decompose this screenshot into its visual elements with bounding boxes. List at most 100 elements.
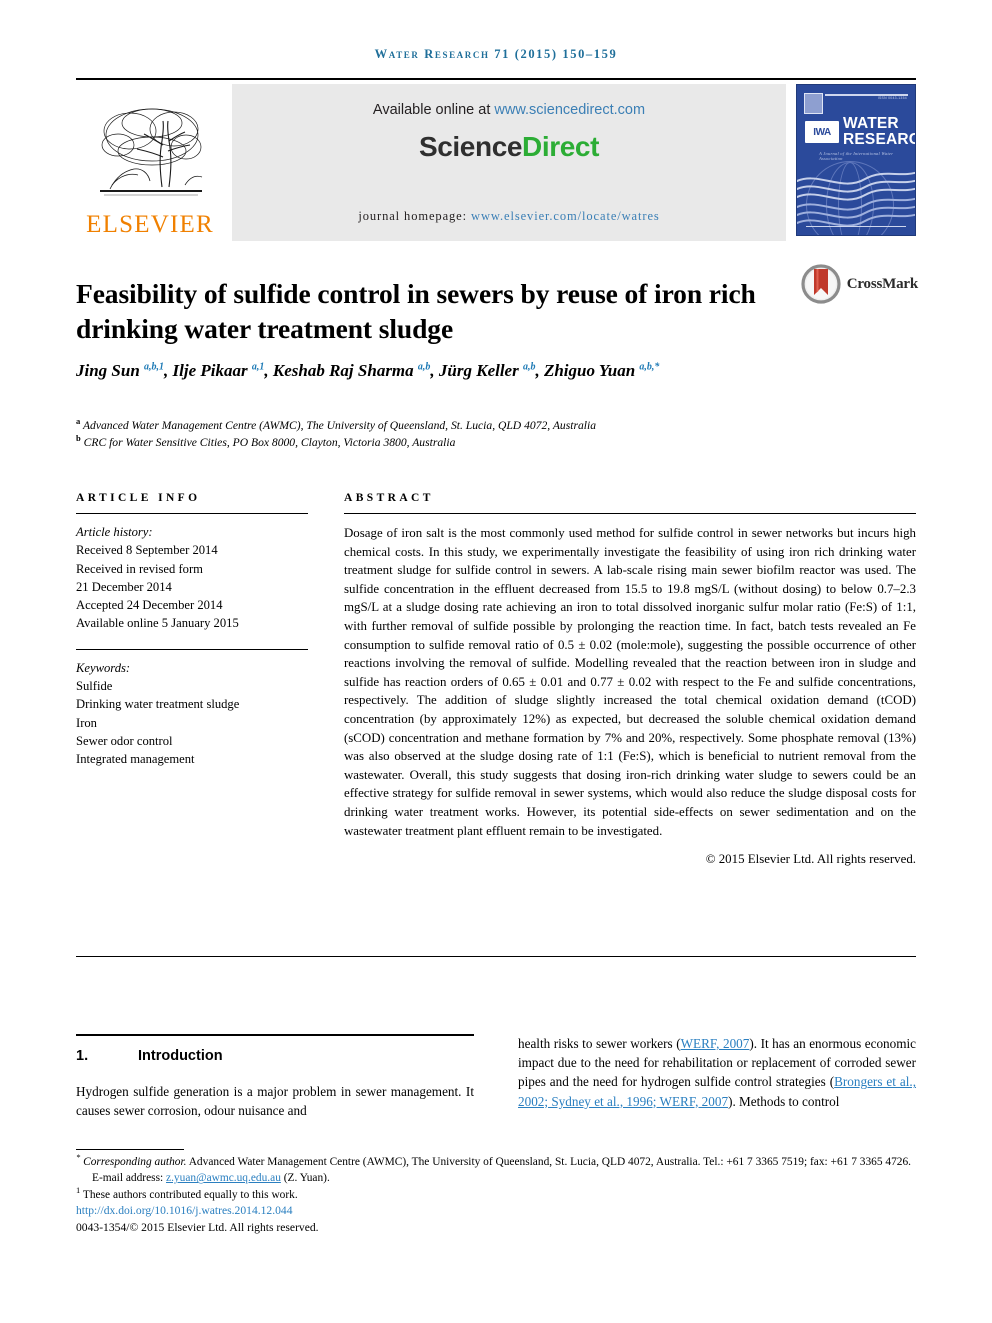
footnote-corresponding-label: Corresponding author. xyxy=(83,1156,187,1168)
author-affil-marker-2: a,b xyxy=(417,361,431,373)
article-history-item-2: 21 December 2014 xyxy=(76,579,172,594)
running-head: Water Research 71 (2015) 150–159 xyxy=(374,47,618,61)
affiliation-list: a Advanced Water Management Centre (AWMC… xyxy=(76,416,876,452)
cover-publisher-mark-icon xyxy=(804,93,823,114)
column-gutter xyxy=(308,492,344,869)
author-affil-marker-4: a,b,* xyxy=(639,361,660,373)
abstract-copyright: © 2015 Elsevier Ltd. All rights reserved… xyxy=(705,852,916,867)
abstract-column: ABSTRACT Dosage of iron salt is the most… xyxy=(344,492,916,869)
cover-bottom-rule xyxy=(806,225,906,227)
keyword-item-1: Drinking water treatment sludge xyxy=(76,697,240,712)
sciencedirect-wordmark-science: Science xyxy=(418,131,523,162)
sciencedirect-url-link[interactable]: www.sciencedirect.com xyxy=(494,102,645,118)
author-affil-marker-3: a,b xyxy=(522,361,536,373)
iwa-logo-icon: IWA xyxy=(805,121,839,143)
elsevier-wordmark: ELSEVIER xyxy=(86,211,214,238)
affiliation-text-a: Advanced Water Management Centre (AWMC),… xyxy=(82,419,597,432)
doi-link[interactable]: http://dx.doi.org/10.1016/j.watres.2014.… xyxy=(76,1204,293,1217)
keyword-item-3: Sewer odor control xyxy=(76,733,173,748)
body-column-left: 1. Introduction Hydrogen sulfide generati… xyxy=(76,1034,474,1120)
author-name-3: Jürg Keller xyxy=(438,361,519,380)
journal-article-first-page: Water Research 71 (2015) 150–159 ELSEVIE… xyxy=(0,0,992,1323)
footnote-block: * Corresponding author. Advanced Water M… xyxy=(76,1149,921,1236)
available-online-line: Available online at www.sciencedirect.co… xyxy=(373,102,645,118)
article-history-block: Article history: Received 8 September 20… xyxy=(76,514,308,633)
footnote-corresponding-address: Advanced Water Management Centre (AWMC),… xyxy=(186,1156,912,1168)
affiliation-row-a: a Advanced Water Management Centre (AWMC… xyxy=(76,416,876,435)
author-name-4: Zhiguo Yuan xyxy=(543,361,636,380)
crossmark-icon xyxy=(801,264,841,304)
footnote-email-suffix: (Z. Yuan). xyxy=(280,1172,330,1185)
author-list: Jing Sun a,b,1, Ilje Pikaar a,1, Keshab … xyxy=(76,361,660,380)
footnote-email-line: E-mail address: z.yuan@awmc.uq.edu.au (Z… xyxy=(76,1170,921,1186)
footnote-corresponding-author: * Corresponding author. Advanced Water M… xyxy=(76,1152,921,1170)
keywords-label: Keywords: xyxy=(76,660,131,675)
footnote-email-label: E-mail address: xyxy=(92,1172,167,1185)
author-name-0: Jing Sun xyxy=(76,361,140,380)
affiliation-text-b: CRC for Water Sensitive Cities, PO Box 8… xyxy=(83,435,456,449)
footnote-separator-rule xyxy=(76,1149,184,1150)
cover-title-line-2: RESEARCH xyxy=(843,131,915,148)
iwa-logo-text: IWA xyxy=(813,126,831,138)
citation-werf-2007[interactable]: WERF, 2007 xyxy=(681,1036,750,1051)
article-history-item-0: Received 8 September 2014 xyxy=(76,543,218,558)
keyword-item-0: Sulfide xyxy=(76,679,113,694)
cover-journal-title: WATER RESEARCH xyxy=(843,115,915,148)
journal-homepage-link[interactable]: www.elsevier.com/locate/watres xyxy=(471,209,660,223)
author-affil-marker-0: a,b,1 xyxy=(144,361,165,373)
affiliation-marker-b: b xyxy=(76,432,81,443)
elsevier-tree-icon xyxy=(100,108,203,196)
article-history-item-4: Available online 5 January 2015 xyxy=(76,616,239,631)
intro-right-text-1: health risks to sewer workers ( xyxy=(518,1036,681,1051)
journal-cover-thumbnail: ISSN 0043-1354 IWA WATER RESEARCH A Jour… xyxy=(796,84,916,236)
introduction-heading: 1. Introduction xyxy=(76,1036,474,1064)
cover-issn-text: ISSN 0043-1354 xyxy=(877,96,907,100)
article-info-heading: ARTICLE INFO xyxy=(76,492,201,504)
article-history-item-1: Received in revised form xyxy=(76,561,203,576)
author-name-1: Ilje Pikaar xyxy=(172,361,248,380)
cover-journal-subtitle: A Journal of the International Water Ass… xyxy=(819,151,894,161)
keywords-block: Keywords: Sulfide Drinking water treatme… xyxy=(76,650,308,769)
keyword-item-4: Integrated management xyxy=(76,752,195,767)
intro-right-text-3: ). Methods to control xyxy=(728,1093,840,1109)
available-online-prefix: Available online at xyxy=(372,102,495,118)
doi-line[interactable]: http://dx.doi.org/10.1016/j.watres.2014.… xyxy=(76,1203,921,1219)
page-title: Feasibility of sulfide control in sewers… xyxy=(76,278,756,345)
elsevier-logo: ELSEVIER xyxy=(76,84,224,241)
cover-title-line-1: WATER xyxy=(843,115,899,132)
journal-homepage-prefix: journal homepage: xyxy=(358,209,472,223)
journal-masthead: ELSEVIER Available online at www.science… xyxy=(76,78,916,242)
footnote-equal-contribution: 1 These authors contributed equally to t… xyxy=(76,1185,921,1203)
sciencedirect-wordmark: ScienceDirect xyxy=(419,131,599,163)
cover-waves-graphic xyxy=(797,171,915,227)
footnote-marker-one: 1 xyxy=(76,1185,81,1196)
introduction-paragraph-right: health risks to sewer workers (WERF, 200… xyxy=(518,1034,916,1111)
introduction-title: Introduction xyxy=(138,1048,223,1064)
author-name-2: Keshab Raj Sharma xyxy=(272,361,414,380)
author-affil-marker-1: a,1 xyxy=(251,361,265,373)
article-history-label: Article history: xyxy=(76,525,153,539)
introduction-number: 1. xyxy=(76,1048,89,1064)
keyword-item-2: Iron xyxy=(76,715,97,730)
affiliation-marker-a: a xyxy=(76,416,81,427)
article-info-column: ARTICLE INFO Article history: Received 8… xyxy=(76,492,308,869)
issn-copyright-line: 0043-1354/© 2015 Elsevier Ltd. All right… xyxy=(76,1220,319,1234)
abstract-text: Dosage of iron salt is the most commonly… xyxy=(344,526,916,838)
footnote-marker-asterisk: * xyxy=(76,1152,81,1163)
body-columns: 1. Introduction Hydrogen sulfide generati… xyxy=(76,1034,916,1120)
info-abstract-columns: ARTICLE INFO Article history: Received 8… xyxy=(76,492,916,869)
affiliation-row-b: b CRC for Water Sensitive Cities, PO Box… xyxy=(76,432,876,452)
abstract-heading: ABSTRACT xyxy=(344,492,434,504)
corresponding-author-email-link[interactable]: z.yuan@awmc.uq.edu.au xyxy=(166,1172,281,1184)
body-column-gutter xyxy=(474,1034,518,1120)
body-column-right: health risks to sewer workers (WERF, 200… xyxy=(518,1034,916,1120)
crossmark-label: CrossMark xyxy=(846,275,918,292)
introduction-paragraph-left: Hydrogen sulfide generation is a major p… xyxy=(76,1084,474,1119)
footnote-equal-contribution-text: These authors contributed equally to thi… xyxy=(82,1188,298,1201)
crossmark-badge[interactable]: CrossMark xyxy=(801,264,918,304)
abstract-bottom-rule xyxy=(76,956,916,957)
article-history-item-3: Accepted 24 December 2014 xyxy=(76,598,223,613)
sciencedirect-panel: Available online at www.sciencedirect.co… xyxy=(232,84,786,241)
sciencedirect-wordmark-direct: Direct xyxy=(522,131,600,162)
journal-homepage-line: journal homepage: www.elsevier.com/locat… xyxy=(232,209,786,224)
